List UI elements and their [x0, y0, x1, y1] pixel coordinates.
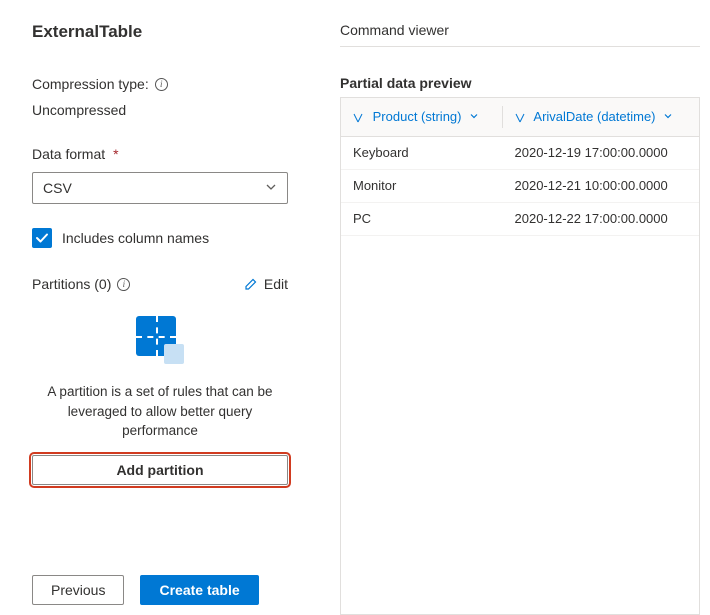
- partition-illustration-icon: [136, 316, 184, 364]
- command-viewer-header[interactable]: Command viewer: [340, 22, 700, 47]
- edit-label: Edit: [264, 276, 288, 292]
- compression-label-row: Compression type:: [32, 76, 286, 92]
- partitions-label: Partitions (0): [32, 276, 111, 292]
- add-partition-button[interactable]: Add partition: [32, 455, 288, 485]
- data-format-label: Data format: [32, 146, 105, 162]
- column-header-product[interactable]: Product (string): [341, 98, 503, 136]
- data-format-label-row: Data format *: [32, 146, 286, 162]
- chevron-down-icon: [663, 109, 673, 124]
- table-row[interactable]: Monitor2020-12-21 10:00:00.0000: [341, 169, 699, 202]
- create-table-button[interactable]: Create table: [140, 575, 258, 605]
- compression-label: Compression type:: [32, 76, 149, 92]
- page-title: ExternalTable: [32, 22, 286, 42]
- preview-pane: Command viewer Partial data preview Prod…: [310, 0, 710, 615]
- compression-value: Uncompressed: [32, 102, 286, 118]
- table-row[interactable]: Keyboard2020-12-19 17:00:00.0000: [341, 136, 699, 169]
- column-type-icon: [515, 113, 525, 123]
- info-icon[interactable]: [155, 78, 168, 91]
- column-type-icon: [353, 113, 363, 123]
- column-header-arivaldate[interactable]: ArivalDate (datetime): [503, 98, 700, 136]
- data-format-select[interactable]: CSV: [32, 172, 288, 204]
- partitions-header-row: Partitions (0) Edit: [32, 276, 288, 292]
- previous-button[interactable]: Previous: [32, 575, 124, 605]
- table-row[interactable]: PC2020-12-22 17:00:00.0000: [341, 202, 699, 235]
- chevron-down-icon: [469, 109, 479, 124]
- data-format-value: CSV: [43, 180, 72, 196]
- partition-empty-state: A partition is a set of rules that can b…: [32, 316, 288, 485]
- footer-buttons: Previous Create table: [32, 575, 259, 605]
- required-mark: *: [113, 146, 118, 162]
- cell-arrival: 2020-12-21 10:00:00.0000: [503, 169, 700, 202]
- preview-table: Product (string) ArivalDate (datetime): [341, 98, 699, 236]
- includes-column-names-label: Includes column names: [62, 230, 209, 246]
- cell-arrival: 2020-12-19 17:00:00.0000: [503, 136, 700, 169]
- edit-partitions-button[interactable]: Edit: [244, 276, 288, 292]
- preview-label: Partial data preview: [340, 75, 700, 91]
- checkbox-icon: [32, 228, 52, 248]
- pencil-icon: [244, 277, 258, 291]
- cell-product: Monitor: [341, 169, 503, 202]
- settings-pane: ExternalTable Compression type: Uncompre…: [0, 0, 310, 615]
- info-icon[interactable]: [117, 278, 130, 291]
- chevron-down-icon: [265, 180, 277, 196]
- cell-arrival: 2020-12-22 17:00:00.0000: [503, 202, 700, 235]
- includes-column-names-checkbox[interactable]: Includes column names: [32, 228, 286, 248]
- partitions-label-group: Partitions (0): [32, 276, 130, 292]
- cell-product: PC: [341, 202, 503, 235]
- partition-help-text: A partition is a set of rules that can b…: [32, 382, 288, 441]
- preview-table-container: Product (string) ArivalDate (datetime): [340, 97, 700, 615]
- cell-product: Keyboard: [341, 136, 503, 169]
